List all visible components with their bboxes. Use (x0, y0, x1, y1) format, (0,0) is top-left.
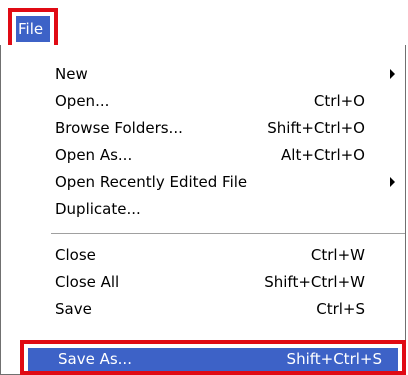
menu-item-open[interactable]: Open... Ctrl+O (1, 88, 407, 114)
chevron-right-icon (390, 177, 395, 187)
menu-item-close-all[interactable]: Close All Shift+Ctrl+W (1, 269, 407, 295)
file-menu-callout: File (8, 8, 58, 50)
menu-item-browse-folders[interactable]: Browse Folders... Shift+Ctrl+O (1, 115, 407, 141)
menu-item-shortcut: Shift+Ctrl+W (264, 273, 365, 291)
menu-item-shortcut: Ctrl+O (313, 92, 365, 110)
menu-item-shortcut: Shift+Ctrl+S (286, 350, 382, 368)
menu-item-label: New (55, 65, 88, 83)
menu-item-save-as[interactable]: Save As... Shift+Ctrl+S (28, 348, 398, 371)
menu-item-label: Open As... (55, 146, 133, 164)
menu-item-save[interactable]: Save Ctrl+S (1, 296, 407, 322)
menu-item-open-as[interactable]: Open As... Alt+Ctrl+O (1, 142, 407, 168)
menu-item-open-recently-edited[interactable]: Open Recently Edited File (1, 169, 407, 195)
chevron-right-icon (390, 69, 395, 79)
menu-item-label: Open Recently Edited File (55, 173, 248, 191)
file-menu-title[interactable]: File (16, 16, 50, 42)
menu-item-label: Save As... (58, 350, 132, 368)
menu-item-shortcut: Alt+Ctrl+O (281, 146, 365, 164)
menu-item-label: Duplicate... (55, 200, 141, 218)
menu-item-close[interactable]: Close Ctrl+W (1, 242, 407, 268)
save-as-callout: Save As... Shift+Ctrl+S (20, 340, 406, 375)
menu-item-label: Open... (55, 92, 110, 110)
menu-item-label: Save (55, 300, 92, 318)
menu-item-label: Close All (55, 273, 120, 291)
menu-item-shortcut: Shift+Ctrl+O (267, 119, 365, 137)
menu-separator (51, 233, 405, 235)
file-menu-dropdown: New Open... Ctrl+O Browse Folders... Shi… (0, 45, 406, 375)
menu-item-duplicate[interactable]: Duplicate... (1, 196, 407, 222)
menu-item-label: Browse Folders... (55, 119, 183, 137)
menu-item-new[interactable]: New (1, 61, 407, 87)
menu-item-label: Close (55, 246, 96, 264)
menu-item-shortcut: Ctrl+S (316, 300, 365, 318)
menu-item-shortcut: Ctrl+W (310, 246, 365, 264)
